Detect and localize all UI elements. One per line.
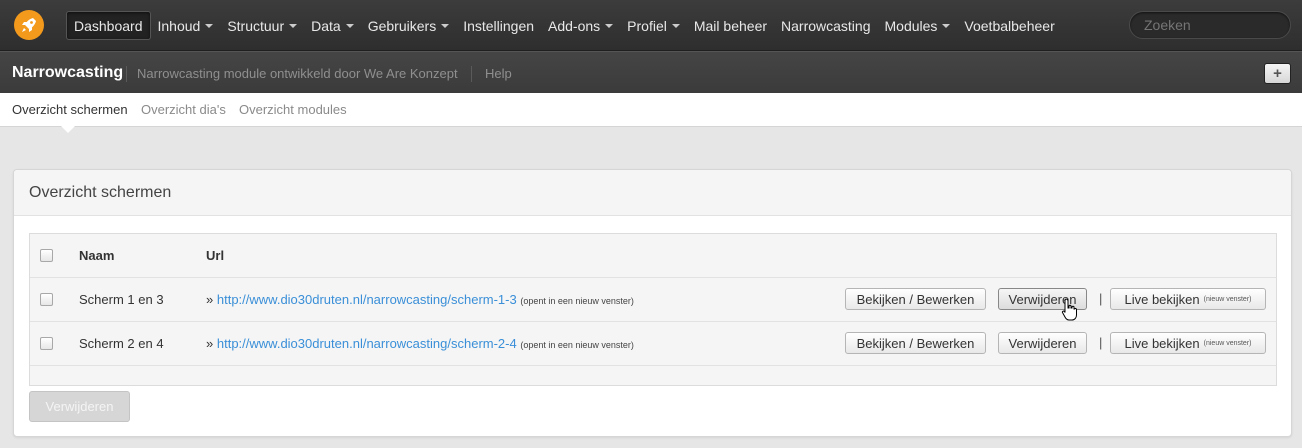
- panel-title: Overzicht schermen: [14, 170, 1291, 216]
- nav-item-structuur[interactable]: Structuur: [220, 11, 304, 40]
- screens-table: Naam Url Scherm 1 en 3 » http://www.dio3…: [29, 233, 1277, 386]
- caret-down-icon: [671, 23, 680, 28]
- screen-url-cell: » http://www.dio30druten.nl/narrowcastin…: [206, 292, 634, 307]
- separator: |: [1099, 291, 1103, 306]
- row-checkbox[interactable]: [40, 293, 53, 306]
- live-view-note: (nieuw venster): [1203, 339, 1252, 347]
- live-view-button[interactable]: Live bekijken (nieuw venster): [1110, 332, 1266, 354]
- rocket-icon[interactable]: [14, 10, 44, 40]
- live-view-button[interactable]: Live bekijken (nieuw venster): [1110, 288, 1266, 310]
- nav-item-label: Inhoud: [157, 17, 201, 34]
- tab-overzicht-modules[interactable]: Overzicht modules: [239, 102, 347, 117]
- nav-item-mail-beheer[interactable]: Mail beheer: [687, 11, 774, 40]
- top-navbar: Dashboard Inhoud Structuur Data Gebruike…: [0, 0, 1302, 51]
- table-row: Scherm 2 en 4 » http://www.dio30druten.n…: [30, 322, 1276, 366]
- nav-item-label: Instellingen: [463, 17, 535, 34]
- new-window-note: (opent in een nieuw venster): [520, 296, 634, 306]
- separator: |: [1099, 335, 1103, 350]
- nav-item-instellingen[interactable]: Instellingen: [456, 11, 541, 40]
- bulk-delete-button[interactable]: Verwijderen: [29, 391, 130, 422]
- nav-item-label: Profiel: [627, 17, 667, 34]
- screen-url-link[interactable]: http://www.dio30druten.nl/narrowcasting/…: [217, 336, 517, 351]
- caret-down-icon: [289, 23, 298, 28]
- screen-url-link[interactable]: http://www.dio30druten.nl/narrowcasting/…: [217, 292, 517, 307]
- nav-item-label: Add-ons: [548, 17, 601, 34]
- column-header-naam: Naam: [79, 248, 115, 263]
- module-title: Narrowcasting: [12, 64, 124, 81]
- caret-down-icon: [942, 23, 951, 28]
- nav-item-add-ons[interactable]: Add-ons: [541, 11, 620, 40]
- select-all-checkbox[interactable]: [40, 249, 53, 262]
- nav-item-label: Dashboard: [74, 17, 143, 34]
- nav-item-label: Gebruikers: [367, 17, 437, 34]
- nav-item-gebruikers[interactable]: Gebruikers: [361, 11, 456, 40]
- url-prefix: »: [206, 292, 214, 307]
- subnav-tabs: Overzicht schermen Overzicht dia's Overz…: [0, 93, 1302, 127]
- nav-item-narrowcasting[interactable]: Narrowcasting: [774, 11, 877, 40]
- module-header: Narrowcasting Narrowcasting module ontwi…: [0, 51, 1302, 93]
- caret-down-icon: [441, 23, 450, 28]
- screen-url-cell: » http://www.dio30druten.nl/narrowcastin…: [206, 336, 634, 351]
- screen-name: Scherm 2 en 4: [79, 336, 164, 351]
- divider: [471, 66, 472, 82]
- nav-item-label: Mail beheer: [693, 17, 768, 34]
- caret-down-icon: [345, 23, 354, 28]
- column-header-url: Url: [206, 248, 225, 263]
- module-description: Narrowcasting module ontwikkeld door We …: [137, 66, 458, 81]
- table-row: Scherm 1 en 3 » http://www.dio30druten.n…: [30, 278, 1276, 322]
- nav-item-label: Data: [311, 17, 341, 34]
- screen-name: Scherm 1 en 3: [79, 292, 164, 307]
- search-input[interactable]: [1129, 11, 1291, 39]
- hand-cursor-icon: [1061, 298, 1077, 321]
- active-tab-pointer: [61, 126, 75, 133]
- row-checkbox[interactable]: [40, 337, 53, 350]
- tab-overzicht-dias[interactable]: Overzicht dia's: [141, 102, 226, 117]
- main-nav: Dashboard Inhoud Structuur Data Gebruike…: [66, 11, 1062, 40]
- nav-item-label: Narrowcasting: [781, 17, 871, 34]
- nav-item-profiel[interactable]: Profiel: [620, 11, 687, 40]
- nav-item-label: Structuur: [227, 17, 285, 34]
- table-header: Naam Url: [30, 234, 1276, 278]
- nav-item-inhoud[interactable]: Inhoud: [151, 11, 221, 40]
- nav-item-modules[interactable]: Modules: [878, 11, 958, 40]
- live-view-label: Live bekijken: [1124, 335, 1200, 351]
- caret-down-icon: [605, 23, 614, 28]
- nav-item-voetbalbeheer[interactable]: Voetbalbeheer: [957, 11, 1061, 40]
- live-view-label: Live bekijken: [1124, 291, 1200, 307]
- caret-down-icon: [205, 23, 214, 28]
- new-window-note: (opent in een nieuw venster): [520, 340, 634, 350]
- url-prefix: »: [206, 336, 214, 351]
- help-link[interactable]: Help: [485, 66, 512, 81]
- nav-item-label: Modules: [884, 17, 938, 34]
- nav-item-dashboard[interactable]: Dashboard: [66, 11, 151, 40]
- view-edit-button[interactable]: Bekijken / Bewerken: [845, 332, 986, 354]
- delete-button[interactable]: Verwijderen: [998, 332, 1087, 354]
- tab-overzicht-schermen[interactable]: Overzicht schermen: [12, 102, 128, 117]
- screens-panel: Overzicht schermen Naam Url Scherm 1 en …: [13, 169, 1292, 437]
- nav-item-data[interactable]: Data: [304, 11, 361, 40]
- divider: [126, 66, 127, 82]
- live-view-note: (nieuw venster): [1203, 295, 1252, 303]
- nav-item-label: Voetbalbeheer: [964, 17, 1055, 34]
- add-button[interactable]: +: [1264, 63, 1291, 84]
- view-edit-button[interactable]: Bekijken / Bewerken: [845, 288, 986, 310]
